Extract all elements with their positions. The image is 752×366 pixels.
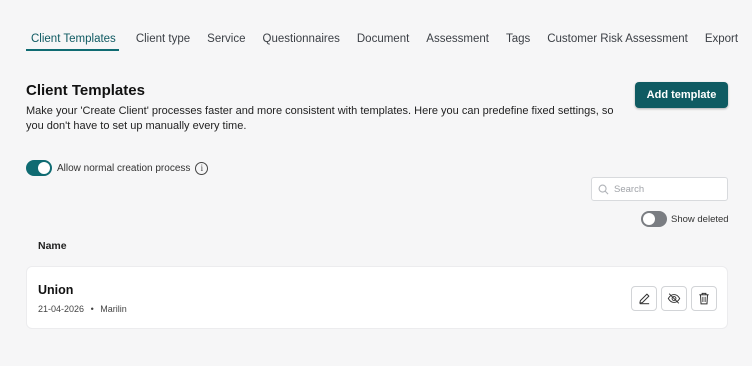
allow-normal-creation-row: Allow normal creation process i [26,160,209,176]
search-box [591,177,728,201]
show-deleted-row: Show deleted [641,211,729,227]
search-input[interactable] [614,183,714,195]
tab-tags[interactable]: Tags [506,33,530,49]
allow-normal-creation-toggle[interactable] [26,160,52,176]
add-template-button[interactable]: Add template [635,82,728,108]
edit-button[interactable] [631,286,657,311]
pencil-icon [638,293,649,305]
allow-normal-creation-label: Allow normal creation process [57,162,191,174]
template-name: Union [38,283,74,297]
row-actions [631,286,717,311]
hide-button[interactable] [661,286,687,311]
meta-separator: • [90,304,94,314]
toggle-knob [643,213,655,225]
tab-assessment[interactable]: Assessment [426,33,489,49]
delete-button[interactable] [691,286,717,311]
tab-document[interactable]: Document [357,33,409,49]
show-deleted-toggle[interactable] [641,211,667,227]
eye-off-icon [667,293,681,304]
tab-export[interactable]: Export [705,33,738,49]
search-icon [598,184,609,194]
tab-customer-risk-assessment[interactable]: Customer Risk Assessment [547,33,688,49]
show-deleted-label: Show deleted [671,213,729,225]
tab-bar: Client Templates Client type Service Que… [26,33,752,55]
page-title: Client Templates [26,82,145,99]
tab-service[interactable]: Service [207,33,245,49]
tab-questionnaires[interactable]: Questionnaires [263,33,340,49]
trash-icon [699,292,709,305]
info-icon[interactable]: i [195,161,209,175]
page-description: Make your 'Create Client' processes fast… [26,105,614,132]
tab-client-templates[interactable]: Client Templates [26,33,119,51]
table-row[interactable]: Union 21-04-2026 • Marilin [26,266,728,329]
template-date: 21-04-2026 [38,304,85,314]
tab-client-type[interactable]: Client type [136,33,190,49]
column-header-name[interactable]: Name [38,240,67,252]
toggle-knob [38,162,50,174]
template-meta: 21-04-2026 • Marilin [38,304,127,314]
template-author: Marilin [100,304,127,314]
